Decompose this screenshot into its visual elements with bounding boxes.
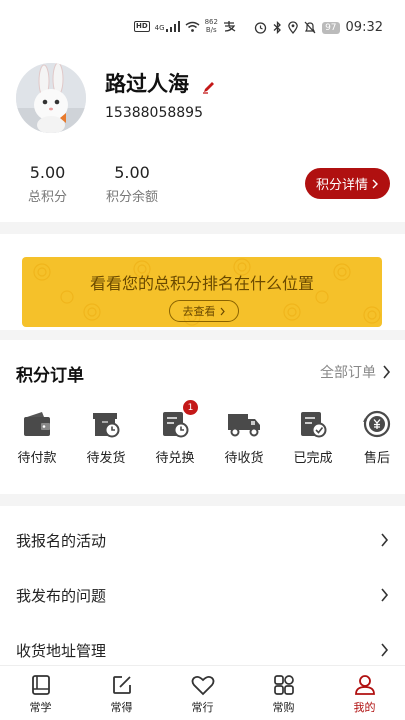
section-divider: [0, 494, 405, 506]
network-speed: 862 B/s: [204, 18, 218, 34]
total-points-stat[interactable]: 5.00 总积分: [28, 163, 67, 205]
alarm-icon: [254, 22, 267, 34]
menu-my-questions[interactable]: 我发布的问题: [0, 568, 405, 622]
section-divider: [0, 330, 405, 340]
total-points-label: 总积分: [28, 190, 68, 205]
signal-icon: [165, 20, 180, 32]
total-points-value: 5.00: [29, 163, 66, 182]
points-detail-label: 积分详情: [315, 178, 368, 193]
order-status-row: 待付款 待发货 1 待兑换 待收货 已完成 售后: [0, 400, 405, 470]
tab-label: 常得: [110, 701, 133, 714]
book-icon: [31, 675, 50, 695]
tab-label: 我的: [353, 701, 376, 714]
heart-icon: [191, 675, 214, 696]
tab-mine[interactable]: 我的: [324, 666, 405, 720]
tab-shop[interactable]: 常购: [243, 666, 324, 720]
chevron-right-icon: [381, 643, 389, 657]
tab-act[interactable]: 常行: [162, 666, 243, 720]
order-label: 售后: [363, 451, 390, 466]
clipboard-check-icon: [301, 412, 327, 438]
status-bar: HD 4G 862 B/s 97 09:32: [0, 0, 405, 60]
username: 路过人海: [105, 72, 189, 96]
tab-label: 常行: [191, 701, 214, 714]
all-orders-link[interactable]: 全部订单: [320, 362, 391, 382]
truck-icon: [228, 414, 260, 437]
chevron-right-icon: [372, 179, 378, 188]
chevron-right-icon: [220, 307, 225, 315]
alipay-icon: [223, 21, 236, 32]
bluetooth-icon: [273, 21, 282, 34]
chevron-right-icon: [381, 533, 389, 547]
phone-number: 15388058895: [105, 105, 203, 121]
ranking-banner[interactable]: 看看您的总积分排名在什么位置 去查看: [22, 257, 382, 327]
location-icon: [288, 21, 298, 34]
wallet-icon: [24, 412, 50, 436]
order-pending-shipment[interactable]: 待发货: [81, 410, 131, 466]
chevron-right-icon: [381, 588, 389, 602]
points-balance-value: 5.00: [114, 163, 150, 182]
tab-gain[interactable]: 常得: [81, 666, 162, 720]
menu-my-activities[interactable]: 我报名的活动: [0, 513, 405, 567]
go-view-button[interactable]: 去查看: [169, 300, 239, 322]
order-label: 已完成: [293, 451, 333, 466]
go-view-label: 去查看: [182, 305, 216, 318]
order-label: 待发货: [86, 451, 126, 466]
all-orders-label: 全部订单: [320, 365, 376, 381]
points-orders-title: 积分订单: [16, 366, 84, 386]
wifi-icon: [185, 21, 200, 32]
mute-icon: [304, 21, 316, 34]
tab-learn[interactable]: 常学: [0, 666, 81, 720]
user-icon: [354, 675, 375, 695]
edit-name-icon[interactable]: [202, 80, 216, 94]
status-right: 97 09:32: [254, 20, 383, 35]
clipboard-clock-icon: [163, 412, 189, 438]
menu-label: 我报名的活动: [16, 531, 107, 550]
banner-title: 看看您的总积分排名在什么位置: [89, 274, 314, 293]
section-divider: [0, 222, 405, 234]
box-clock-icon: [93, 413, 120, 438]
grid-icon: [273, 675, 294, 695]
points-balance-stat[interactable]: 5.00 积分余额: [106, 163, 158, 205]
avatar[interactable]: [16, 63, 86, 133]
battery-indicator: 97: [322, 21, 340, 34]
menu-label: 收货地址管理: [16, 641, 107, 660]
tab-label: 常学: [29, 701, 52, 714]
status-left: HD 4G 862 B/s: [134, 18, 237, 34]
yuan-refund-icon: [363, 410, 391, 438]
tab-label: 常购: [272, 701, 295, 714]
points-balance-label: 积分余额: [106, 190, 159, 205]
bottom-tab-bar: 常学 常得 常行 常购 我的: [0, 665, 405, 720]
order-label: 待付款: [17, 451, 57, 466]
clock: 09:32: [345, 20, 383, 35]
order-label: 待兑换: [155, 451, 195, 466]
network-indicator: 4G: [155, 20, 180, 32]
order-pending-redeem[interactable]: 1 待兑换: [150, 400, 200, 466]
chevron-right-icon: [383, 365, 391, 379]
points-detail-button[interactable]: 积分详情: [305, 168, 390, 199]
edit-square-icon: [112, 676, 131, 694]
hd-indicator: HD: [134, 20, 150, 32]
order-after-sales[interactable]: 售后: [352, 410, 402, 466]
redeem-count-badge: 1: [183, 400, 198, 415]
order-pending-receipt[interactable]: 待收货: [219, 410, 269, 466]
order-label: 待收货: [224, 451, 264, 466]
order-completed[interactable]: 已完成: [288, 410, 338, 466]
rabbit-avatar-image: [16, 63, 86, 133]
menu-label: 我发布的问题: [16, 586, 107, 605]
order-pending-payment[interactable]: 待付款: [12, 410, 62, 466]
